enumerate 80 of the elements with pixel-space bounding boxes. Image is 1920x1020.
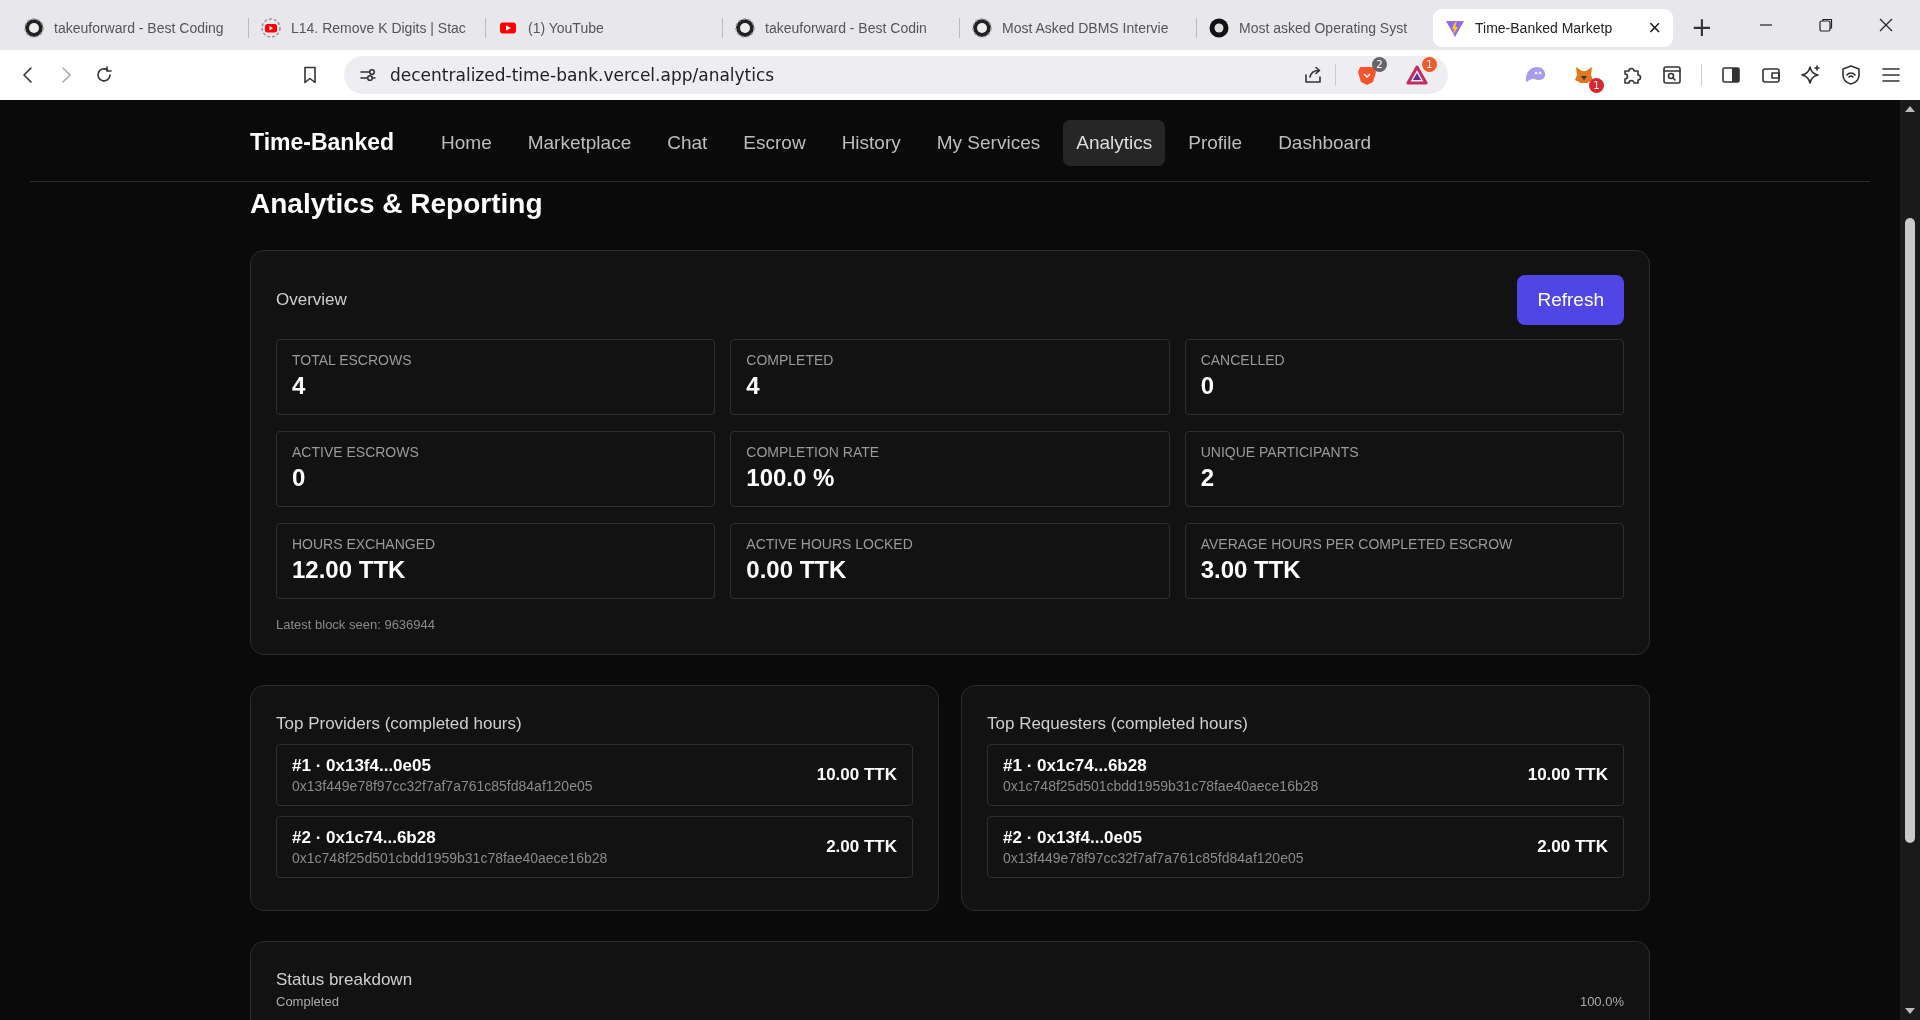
logo-icon <box>1209 18 1229 38</box>
window-search-icon[interactable] <box>1661 64 1683 86</box>
stat-value: 12.00 TTK <box>292 556 407 584</box>
new-tab-button[interactable]: + <box>1691 12 1713 42</box>
logo-icon <box>735 18 755 38</box>
reload-icon[interactable] <box>94 65 114 85</box>
hours-amount: 2.00 TTK <box>1537 837 1608 857</box>
nav-link[interactable]: My Services <box>923 119 1054 166</box>
nav-link[interactable]: Marketplace <box>514 119 645 166</box>
notification-badge: 2 <box>1372 57 1387 72</box>
close-tab-button[interactable]: × <box>1648 17 1661 39</box>
shield-icon[interactable] <box>1840 64 1862 86</box>
hours-amount: 10.00 TTK <box>1527 765 1608 785</box>
hours-amount: 10.00 TTK <box>816 765 897 785</box>
participant-name: #2 · 0x13f4...0e05 <box>1003 828 1143 848</box>
card-title: Overview <box>276 290 347 310</box>
stat-label: TOTAL ESCROWS <box>292 352 413 368</box>
share-icon[interactable] <box>1303 65 1323 85</box>
logo-icon <box>972 18 992 38</box>
close-icon[interactable] <box>1878 17 1894 33</box>
card-title: Status breakdown <box>276 970 414 990</box>
nav-link[interactable]: Dashboard <box>1265 119 1385 166</box>
card-title: Top Providers (completed hours) <box>276 714 523 734</box>
play-icon <box>261 18 281 38</box>
stat-value: 4 <box>746 372 761 400</box>
restore-icon[interactable] <box>1818 17 1834 33</box>
stat-label: COMPLETION RATE <box>746 444 881 460</box>
stat-value: 0.00 TTK <box>746 556 848 584</box>
stat-label: HOURS EXCHANGED <box>292 536 437 552</box>
logo-icon <box>1445 18 1465 38</box>
sidebar-icon[interactable] <box>1720 64 1742 86</box>
browser-tab[interactable]: takeuforward - Best Coding <box>12 9 248 47</box>
browser-tab[interactable]: L14. Remove K Digits | Stac <box>249 9 485 47</box>
nav-link[interactable]: Profile <box>1175 119 1256 166</box>
stat-value: 100.0 % <box>746 464 836 492</box>
browser-tab[interactable]: Most Asked DBMS Intervie <box>960 9 1196 47</box>
stat-value: 0 <box>292 464 307 492</box>
stat-label: AVERAGE HOURS PER COMPLETED ESCROW <box>1200 536 1514 552</box>
status-percent: 100.0% <box>1579 994 1624 1009</box>
stat-value: 0 <box>1200 372 1215 400</box>
address-field[interactable]: decentralized-time-bank.vercel.app/analytics 2 1 <box>344 56 1448 94</box>
wallet-address: 0x13f449e78f97cc32f7af7a761c85fd84af120e05 <box>292 778 593 794</box>
notification-badge: 1 <box>1589 78 1604 93</box>
page-title: Analytics & Reporting <box>250 188 544 220</box>
status-label: Completed <box>276 994 339 1009</box>
nav-link[interactable]: Home <box>428 119 505 166</box>
stat-label: ACTIVE ESCROWS <box>292 444 420 460</box>
sparkle-icon[interactable] <box>1800 64 1822 86</box>
participant-name: #2 · 0x1c74...6b28 <box>292 828 437 848</box>
nav-link[interactable]: Chat <box>654 119 721 166</box>
participant-name: #1 · 0x1c74...6b28 <box>1003 756 1148 776</box>
lion-icon[interactable] <box>1356 64 1378 86</box>
stat-label: COMPLETED <box>746 352 835 368</box>
card-title: Top Requesters (completed hours) <box>987 714 1249 734</box>
stat-label: CANCELLED <box>1200 352 1286 368</box>
browser-tab[interactable]: Most asked Operating Syst <box>1197 9 1433 47</box>
browser-tab[interactable]: (1) YouTube <box>486 9 722 47</box>
stat-value: 4 <box>292 372 307 400</box>
refresh-button[interactable]: Refresh <box>1517 275 1624 325</box>
wallet-address: 0x1c748f25d501cbdd1959b31c78fae40aece16b28 <box>292 850 608 866</box>
stat-label: ACTIVE HOURS LOCKED <box>746 536 914 552</box>
triangle-icon[interactable] <box>1406 64 1428 86</box>
brand-name[interactable]: Time-Banked <box>250 129 394 156</box>
stat-value: 2 <box>1200 464 1215 492</box>
browser-tab[interactable]: takeuforward - Best Codin <box>723 9 959 47</box>
wallet-address: 0x13f449e78f97cc32f7af7a761c85fd84af120e05 <box>1003 850 1304 866</box>
browser-tab[interactable]: Time-Banked Marketp × <box>1433 9 1673 47</box>
wallet-address: 0x1c748f25d501cbdd1959b31c78fae40aece16b28 <box>1003 778 1319 794</box>
participant-name: #1 · 0x13f4...0e05 <box>292 756 432 776</box>
nav-link[interactable]: History <box>828 119 914 166</box>
latest-block-text: Latest block seen: 9636944 <box>276 617 436 632</box>
logo-icon <box>24 18 44 38</box>
stat-value: 3.00 TTK <box>1200 556 1302 584</box>
scrollbar[interactable] <box>1900 100 1920 1020</box>
nav-link[interactable]: Escrow <box>730 119 819 166</box>
nav-link[interactable]: Analytics <box>1063 119 1166 166</box>
fox-icon[interactable] <box>1573 64 1595 86</box>
notification-badge: 1 <box>1422 57 1437 72</box>
hours-amount: 2.00 TTK <box>826 837 897 857</box>
stat-label: UNIQUE PARTICIPANTS <box>1200 444 1360 460</box>
